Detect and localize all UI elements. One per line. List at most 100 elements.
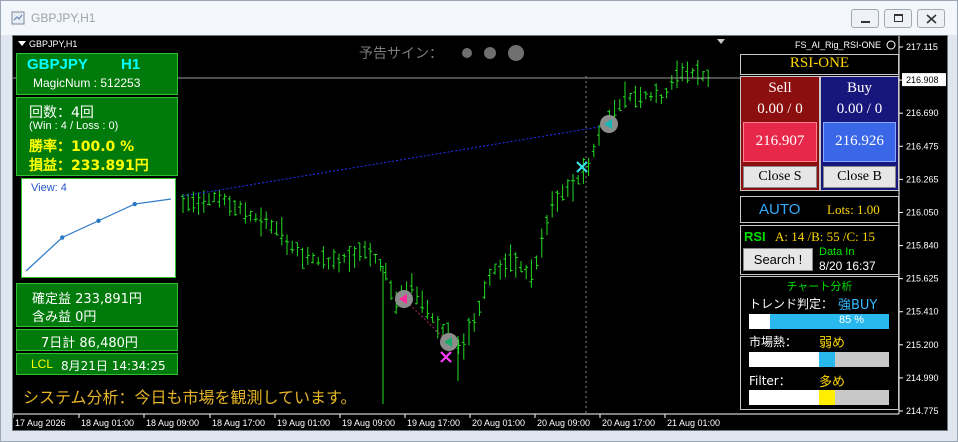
filter-value: 多め xyxy=(819,375,846,390)
symbol-menu-icon xyxy=(18,41,26,46)
time-axis: 17 Aug 2026 18 Aug 01:00 18 Aug 09:00 18 Au… xyxy=(13,414,720,428)
time-tick-label: 17 Aug 2026 xyxy=(15,418,66,428)
profit-loss: 損益：233.891円 xyxy=(29,158,149,174)
price-tick-label: 216.475 xyxy=(906,141,939,151)
heat-meter xyxy=(749,352,889,367)
buy-label: Buy xyxy=(846,80,872,96)
time-tick-label: 18 Aug 09:00 xyxy=(146,418,199,428)
lcl-label: LCL xyxy=(31,357,54,371)
lots-label: Lots: 1.00 xyxy=(827,202,880,217)
price-tick-label: 216.050 xyxy=(906,207,939,217)
price-tick-label: 215.200 xyxy=(906,340,939,350)
pair-panel: GBPJPY H1 MagicNum : 512253 xyxy=(16,53,178,95)
buy-panel: Buy 0.00 / 0 216.926 Close B xyxy=(820,76,899,191)
restore-button[interactable] xyxy=(884,9,912,28)
buy-price: 216.926 xyxy=(835,133,884,149)
sell-panel: Sell 0.00 / 0 216.907 Close S xyxy=(740,76,820,191)
rsi-values: A: 14 /B: 55 /C: 15 xyxy=(775,229,876,244)
equity-line xyxy=(25,198,172,272)
close-icon xyxy=(926,14,937,24)
data-in-time: 8/20 16:37 xyxy=(819,259,876,273)
trend-meter-fill xyxy=(770,314,889,329)
mode-label[interactable]: AUTO xyxy=(759,201,800,218)
lcl-time: 8月21日 14:34:25 xyxy=(61,359,166,373)
signal-label: 予告サイン： xyxy=(359,46,443,62)
magic-number: MagicNum : 512253 xyxy=(33,76,141,90)
price-tick-label: 214.775 xyxy=(906,406,939,416)
timeframe-label: H1 xyxy=(121,56,141,73)
equity-point xyxy=(60,235,65,240)
lcl-panel: LCL 8月21日 14:34:25 xyxy=(16,353,178,375)
week-total-panel: 7日計 86,480円 xyxy=(16,329,178,351)
confirmed-profit: 確定益 233,891円 xyxy=(32,292,142,307)
time-tick-label: 20 Aug 17:00 xyxy=(602,418,655,428)
buy-arrow-marker xyxy=(600,115,618,133)
close-sell-label: Close S xyxy=(758,169,802,184)
equity-point xyxy=(96,218,101,223)
time-tick-label: 19 Aug 01:00 xyxy=(277,418,330,428)
window-title: GBPJPY,H1 xyxy=(31,11,96,25)
time-tick-label: 21 Aug 01:00 xyxy=(667,418,720,428)
minimize-icon xyxy=(861,21,870,23)
status-text: システム分析：今日も市場を観測しています。 xyxy=(23,388,356,407)
time-tick-label: 18 Aug 01:00 xyxy=(81,418,134,428)
stats-panel: 回数：4回 (Win : 4 / Loss : 0) 勝率：100.0 % 損益… xyxy=(16,97,178,176)
signal-dot-3 xyxy=(508,45,524,61)
exit-cross-magenta xyxy=(440,351,452,363)
close-button[interactable] xyxy=(917,9,945,28)
price-bars xyxy=(181,60,711,404)
equity-chart: View: 4 xyxy=(21,178,176,278)
sell-price: 216.907 xyxy=(755,133,805,149)
filter-meter xyxy=(749,390,889,405)
close-buy-label: Close B xyxy=(837,169,882,184)
mode-panel: AUTO Lots: 1.00 xyxy=(740,196,899,223)
price-tick-label: 214.990 xyxy=(906,373,939,383)
trend-line xyxy=(182,126,600,197)
signal-dot-2 xyxy=(484,47,496,59)
analysis-title: チャート分析 xyxy=(786,280,853,293)
equity-curve xyxy=(25,198,172,272)
signal-dot-1 xyxy=(462,48,472,58)
win-loss: (Win : 4 / Loss : 0) xyxy=(29,120,119,132)
win-rate: 勝率：100.0 % xyxy=(29,139,135,155)
data-in-label: Data In xyxy=(819,246,855,258)
week-total: 7日計 86,480円 xyxy=(41,336,138,351)
price-tick-label: 215.625 xyxy=(906,274,939,284)
current-price-label: 216.908 xyxy=(906,75,939,85)
analysis-panel: チャート分析 トレンド判定： 強BUY 85 % 市場熱： 弱め Filter：… xyxy=(740,276,899,410)
search-button[interactable]: Search ! xyxy=(743,248,813,271)
unrealized-profit: 含み益 0円 xyxy=(32,310,97,325)
terminal-window: GBPJPY,H1 217.115 216.908 216.690 216.475 21… xyxy=(0,0,958,442)
chart-window-icon xyxy=(11,11,25,25)
trade-count: 回数：4回 xyxy=(29,105,94,121)
price-axis: 217.115 216.908 216.690 216.475 216.265 216.0… xyxy=(899,42,946,416)
ea-title-panel: RSI-ONE xyxy=(740,54,899,75)
price-tick-label: 215.410 xyxy=(906,307,939,317)
rsi-label: RSI xyxy=(744,229,766,244)
time-tick-label: 20 Aug 01:00 xyxy=(472,418,525,428)
trend-value: 強BUY xyxy=(838,298,878,313)
search-label: Search ! xyxy=(753,252,803,267)
heat-value: 弱め xyxy=(819,336,846,351)
time-tick-label: 18 Aug 17:00 xyxy=(212,418,265,428)
filter-label: Filter： xyxy=(749,374,791,388)
trade-link-line xyxy=(403,298,448,342)
chart-area[interactable]: 217.115 216.908 216.690 216.475 216.265 216.0… xyxy=(12,35,948,431)
buy-count: 0.00 / 0 xyxy=(836,101,883,117)
heat-label: 市場熱： xyxy=(749,335,798,349)
ea-title: RSI-ONE xyxy=(789,55,850,71)
sell-count: 0.00 / 0 xyxy=(757,101,803,117)
profit-panel: 確定益 233,891円 含み益 0円 xyxy=(16,283,178,327)
buy-price-button[interactable]: 216.926 xyxy=(823,122,896,162)
sell-label: Sell xyxy=(768,80,792,96)
time-tick-label: 19 Aug 17:00 xyxy=(407,418,460,428)
close-sell-button[interactable]: Close S xyxy=(743,166,817,188)
rsi-panel: RSI A: 14 /B: 55 /C: 15 Search ! Data In… xyxy=(740,225,899,275)
indicator-name: FS_AI_Rig_RSI-ONE xyxy=(795,40,881,50)
shift-marker-icon xyxy=(717,39,725,44)
minimize-button[interactable] xyxy=(851,9,879,28)
close-buy-button[interactable]: Close B xyxy=(823,166,896,188)
restore-icon xyxy=(894,14,903,22)
sell-price-button[interactable]: 216.907 xyxy=(743,122,817,162)
equity-point xyxy=(132,201,137,207)
